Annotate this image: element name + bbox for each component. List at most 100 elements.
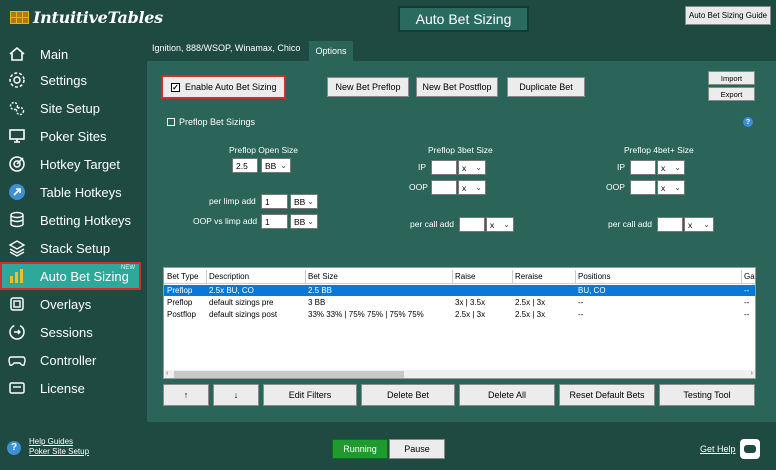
threebet-call-input[interactable] [459,217,485,232]
table-cell: 2.5x BU, CO [209,286,254,295]
table-cell: -- [578,298,584,307]
open-size-input[interactable]: 2.5 [232,158,258,173]
scrollbar-thumb[interactable] [174,371,404,378]
info-icon[interactable]: ? [743,117,753,127]
sidebar-item-license[interactable]: License [0,374,141,402]
threebet-oop-unit-select[interactable]: x ⌄ [458,180,486,195]
oop-limp-unit-select[interactable]: BB ⌄ [290,214,318,229]
sidebar-item-main[interactable]: Main [0,40,141,68]
table-cell: 2.5x | 3x [455,310,486,319]
sidebar-item-stack-setup[interactable]: Stack Setup [0,234,141,262]
target-icon [7,154,27,174]
sidebar-item-sessions[interactable]: Sessions [0,318,141,346]
fourbet-ip-unit-select[interactable]: x ⌄ [657,160,685,175]
sidebar-item-betting-hotkeys[interactable]: Betting Hotkeys [0,206,141,234]
sidebar-item-hotkey-target[interactable]: Hotkey Target [0,150,141,178]
column-divider[interactable] [305,270,306,284]
fourbet-ip-label: IP [617,162,626,172]
license-icon [7,378,27,398]
fourbet-call-input[interactable] [657,217,683,232]
open-size-unit-select[interactable]: BB ⌄ [261,158,291,173]
column-divider[interactable] [575,270,576,284]
discord-icon[interactable] [740,439,760,459]
per-limp-unit-select[interactable]: BB ⌄ [290,194,318,209]
table-row[interactable]: Postflop default sizings post 33% 33% | … [164,309,755,320]
move-up-button[interactable]: ↑ [163,384,209,406]
new-bet-postflop-button[interactable]: New Bet Postflop [416,77,498,97]
fourbet-ip-input[interactable] [630,160,656,175]
import-button[interactable]: Import [708,71,755,85]
sidebar-item-auto-bet-sizing[interactable]: Auto Bet Sizing NEW [0,262,141,290]
auto-bet-sizing-guide-button[interactable]: Auto Bet Sizing Guide [685,6,771,25]
running-button[interactable]: Running [332,439,388,459]
fourbet-oop-unit-select[interactable]: x ⌄ [657,180,685,195]
threebet-ip-unit: x [462,162,467,173]
column-divider[interactable] [512,270,513,284]
table-cell: 3x | 3.5x [455,298,486,307]
preflop-header-text: Preflop Bet Sizings [179,117,256,127]
sidebar-item-settings[interactable]: Settings [0,66,141,94]
scroll-right-icon[interactable]: › [751,370,753,377]
threebet-call-label: per call add [410,219,454,229]
sidebar-item-controller[interactable]: Controller [0,346,141,374]
threebet-ip-unit-select[interactable]: x ⌄ [458,160,486,175]
delete-bet-button[interactable]: Delete Bet [361,384,455,406]
sidebar-item-overlays[interactable]: Overlays [0,290,141,318]
sidebar-item-label: Poker Sites [40,128,107,144]
testing-tool-button[interactable]: Testing Tool [659,384,755,406]
help-guides-link[interactable]: Help Guides [29,437,89,447]
threebet-ip-input[interactable] [431,160,457,175]
column-header[interactable]: Raise [455,270,475,284]
column-header[interactable]: Reraise [515,270,543,284]
sites-tab[interactable]: Ignition, 888/WSOP, Winamax, Chico [152,43,300,53]
oop-limp-input[interactable]: 1 [261,214,288,229]
column-divider[interactable] [206,270,207,284]
column-header[interactable]: Description [209,270,249,284]
enable-auto-bet-sizing-checkbox[interactable]: ✓ Enable Auto Bet Sizing [161,75,286,99]
table-cell: BU, CO [578,286,606,295]
sidebar-item-label: Settings [40,72,87,88]
chevron-down-icon: ⌄ [307,217,314,226]
horizontal-scrollbar[interactable]: ‹ › [164,370,755,378]
table-row[interactable]: Preflop default sizings pre 3 BB 3x | 3.… [164,297,755,308]
per-limp-input[interactable]: 1 [261,194,288,209]
table-grid-icon [10,10,29,24]
chevron-down-icon: ⌄ [280,161,287,170]
table-cell: -- [744,286,750,295]
column-header[interactable]: Bet Size [308,270,338,284]
export-button[interactable]: Export [708,87,755,101]
delete-all-button[interactable]: Delete All [459,384,555,406]
pause-button[interactable]: Pause [389,439,445,459]
sidebar-item-poker-sites[interactable]: Poker Sites [0,122,141,150]
enable-label: Enable Auto Bet Sizing [185,82,277,92]
threebet-oop-input[interactable] [431,180,457,195]
column-divider[interactable] [452,270,453,284]
poker-site-setup-link[interactable]: Poker Site Setup [29,447,89,457]
new-bet-preflop-button[interactable]: New Bet Preflop [327,77,409,97]
column-header[interactable]: Positions [578,270,610,284]
threebet-oop-label: OOP [409,182,428,192]
table-row[interactable]: Preflop 2.5x BU, CO 2.5 BB BU, CO -- [164,285,755,296]
arrow-circle-icon [7,182,27,202]
new-badge: NEW [121,265,135,271]
move-down-button[interactable]: ↓ [213,384,259,406]
get-help-link[interactable]: Get Help [700,444,736,454]
reset-default-bets-button[interactable]: Reset Default Bets [559,384,655,406]
edit-filters-button[interactable]: Edit Filters [263,384,357,406]
sidebar-item-table-hotkeys[interactable]: Table Hotkeys [0,178,141,206]
duplicate-bet-button[interactable]: Duplicate Bet [507,77,585,97]
help-icon: ? [7,441,21,455]
sidebar-item-site-setup[interactable]: Site Setup [0,94,141,122]
column-divider[interactable] [741,270,742,284]
fourbet-call-unit-select[interactable]: x ⌄ [684,217,714,232]
fourbet-oop-input[interactable] [630,180,656,195]
sidebar-item-label: Overlays [40,296,92,312]
threebet-call-unit-select[interactable]: x ⌄ [486,217,514,232]
overlay-icon [7,294,27,314]
options-tab[interactable]: Options [309,41,353,61]
column-header[interactable]: Bet Type [167,270,198,284]
column-header[interactable]: Ga [744,270,755,284]
chevron-down-icon: ⌄ [307,197,314,206]
table-cell: -- [744,310,750,319]
scroll-left-icon[interactable]: ‹ [166,370,168,377]
